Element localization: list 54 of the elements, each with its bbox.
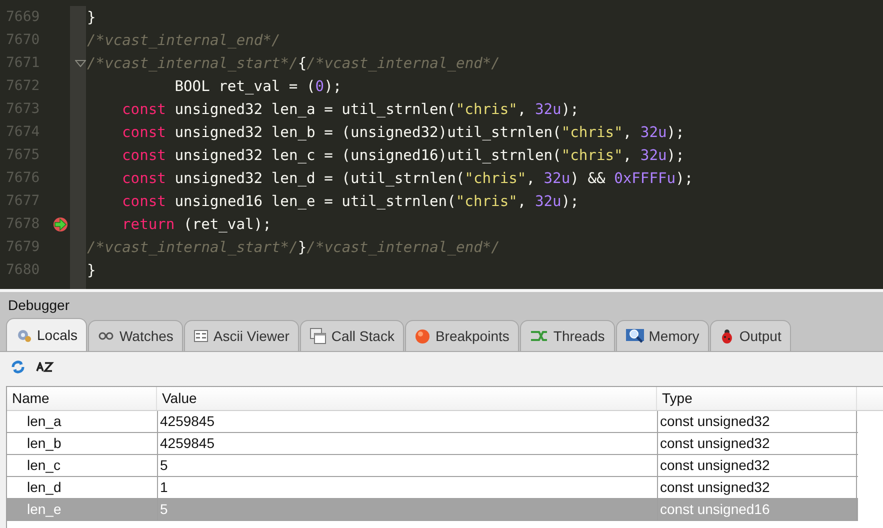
code-line: } <box>87 260 96 281</box>
fold-icon[interactable] <box>75 60 86 67</box>
threads-icon <box>530 329 548 343</box>
table-row[interactable]: len_a 4259845 const unsigned32 <box>7 411 858 433</box>
table-cell: const unsigned32 <box>657 433 857 454</box>
table-cell: 5 <box>157 455 657 476</box>
panel-title: Debugger <box>8 296 70 315</box>
windows-icon <box>310 328 326 344</box>
sort-icon[interactable] <box>36 362 54 372</box>
code-line: /*vcast_internal_start*/}/*vcast_internal_end*/ <box>87 238 500 258</box>
table-cell-text: len_b <box>26 434 62 453</box>
code-line: const unsigned16 len_e = util_strnlen("chris", 32u); <box>122 192 579 212</box>
table-row[interactable]: len_c 5 const unsigned32 <box>7 455 858 477</box>
table-icon <box>194 330 208 342</box>
column-header[interactable]: Name <box>7 387 157 410</box>
code-line: /*vcast_internal_start*/{/*vcast_internal_end*/ <box>87 54 500 74</box>
code-line: } <box>87 8 96 28</box>
table-row[interactable]: len_d 1 const unsigned32 <box>7 477 858 499</box>
tab[interactable]: Output <box>710 320 792 351</box>
tab[interactable]: Watches <box>88 320 184 351</box>
refresh-icon[interactable] <box>10 359 26 375</box>
tab[interactable]: Ascii Viewer <box>184 320 300 351</box>
code-line: const unsigned32 len_a = util_strnlen("chris", 32u); <box>122 100 579 120</box>
code-line: return (ret_val); <box>122 214 272 235</box>
tab[interactable]: Locals <box>6 318 88 351</box>
glasses-icon <box>98 330 114 342</box>
bug-icon <box>720 328 734 344</box>
tab[interactable]: Breakpoints <box>405 320 520 351</box>
code-line: const unsigned32 len_d = (util_strnlen("chris", 32u) && 0xFFFFu); <box>122 168 694 189</box>
table-cell-text: len_c <box>26 456 62 475</box>
table-cell: const unsigned32 <box>657 455 857 476</box>
table-cell: const unsigned32 <box>657 477 857 498</box>
table-cell: 5 <box>157 499 657 520</box>
table-cell: 1 <box>157 477 657 498</box>
code-line: const unsigned32 len_c = (unsigned16)util_strnlen("chris", 32u); <box>122 146 684 166</box>
table-row[interactable]: len_b 4259845 const unsigned32 <box>7 433 858 455</box>
table-cell: const unsigned32 <box>657 411 857 432</box>
code-line: /*vcast_internal_end*/ <box>87 30 280 51</box>
table-cell: const unsigned16 <box>657 499 857 520</box>
column-header[interactable]: Value <box>157 387 657 410</box>
code-line: BOOL ret_val = (0); <box>174 76 342 97</box>
tab[interactable]: Threads <box>520 320 615 351</box>
column-header[interactable]: Type <box>657 387 857 410</box>
gear-icon <box>16 327 32 343</box>
tab[interactable]: Call Stack <box>300 320 404 351</box>
table-cell-text: len_d <box>26 478 62 497</box>
table-cell-text: len_e <box>26 500 62 519</box>
breakpoint-icon <box>415 328 430 344</box>
code-line: const unsigned32 len_b = (unsigned32)util_strnlen("chris", 32u); <box>122 122 684 143</box>
table-cell: 4259845 <box>157 433 657 454</box>
table-cell: 4259845 <box>157 411 657 432</box>
tab[interactable]: Memory <box>616 320 710 351</box>
magnifier-icon <box>626 328 644 344</box>
table-cell-text: len_a <box>26 412 62 431</box>
